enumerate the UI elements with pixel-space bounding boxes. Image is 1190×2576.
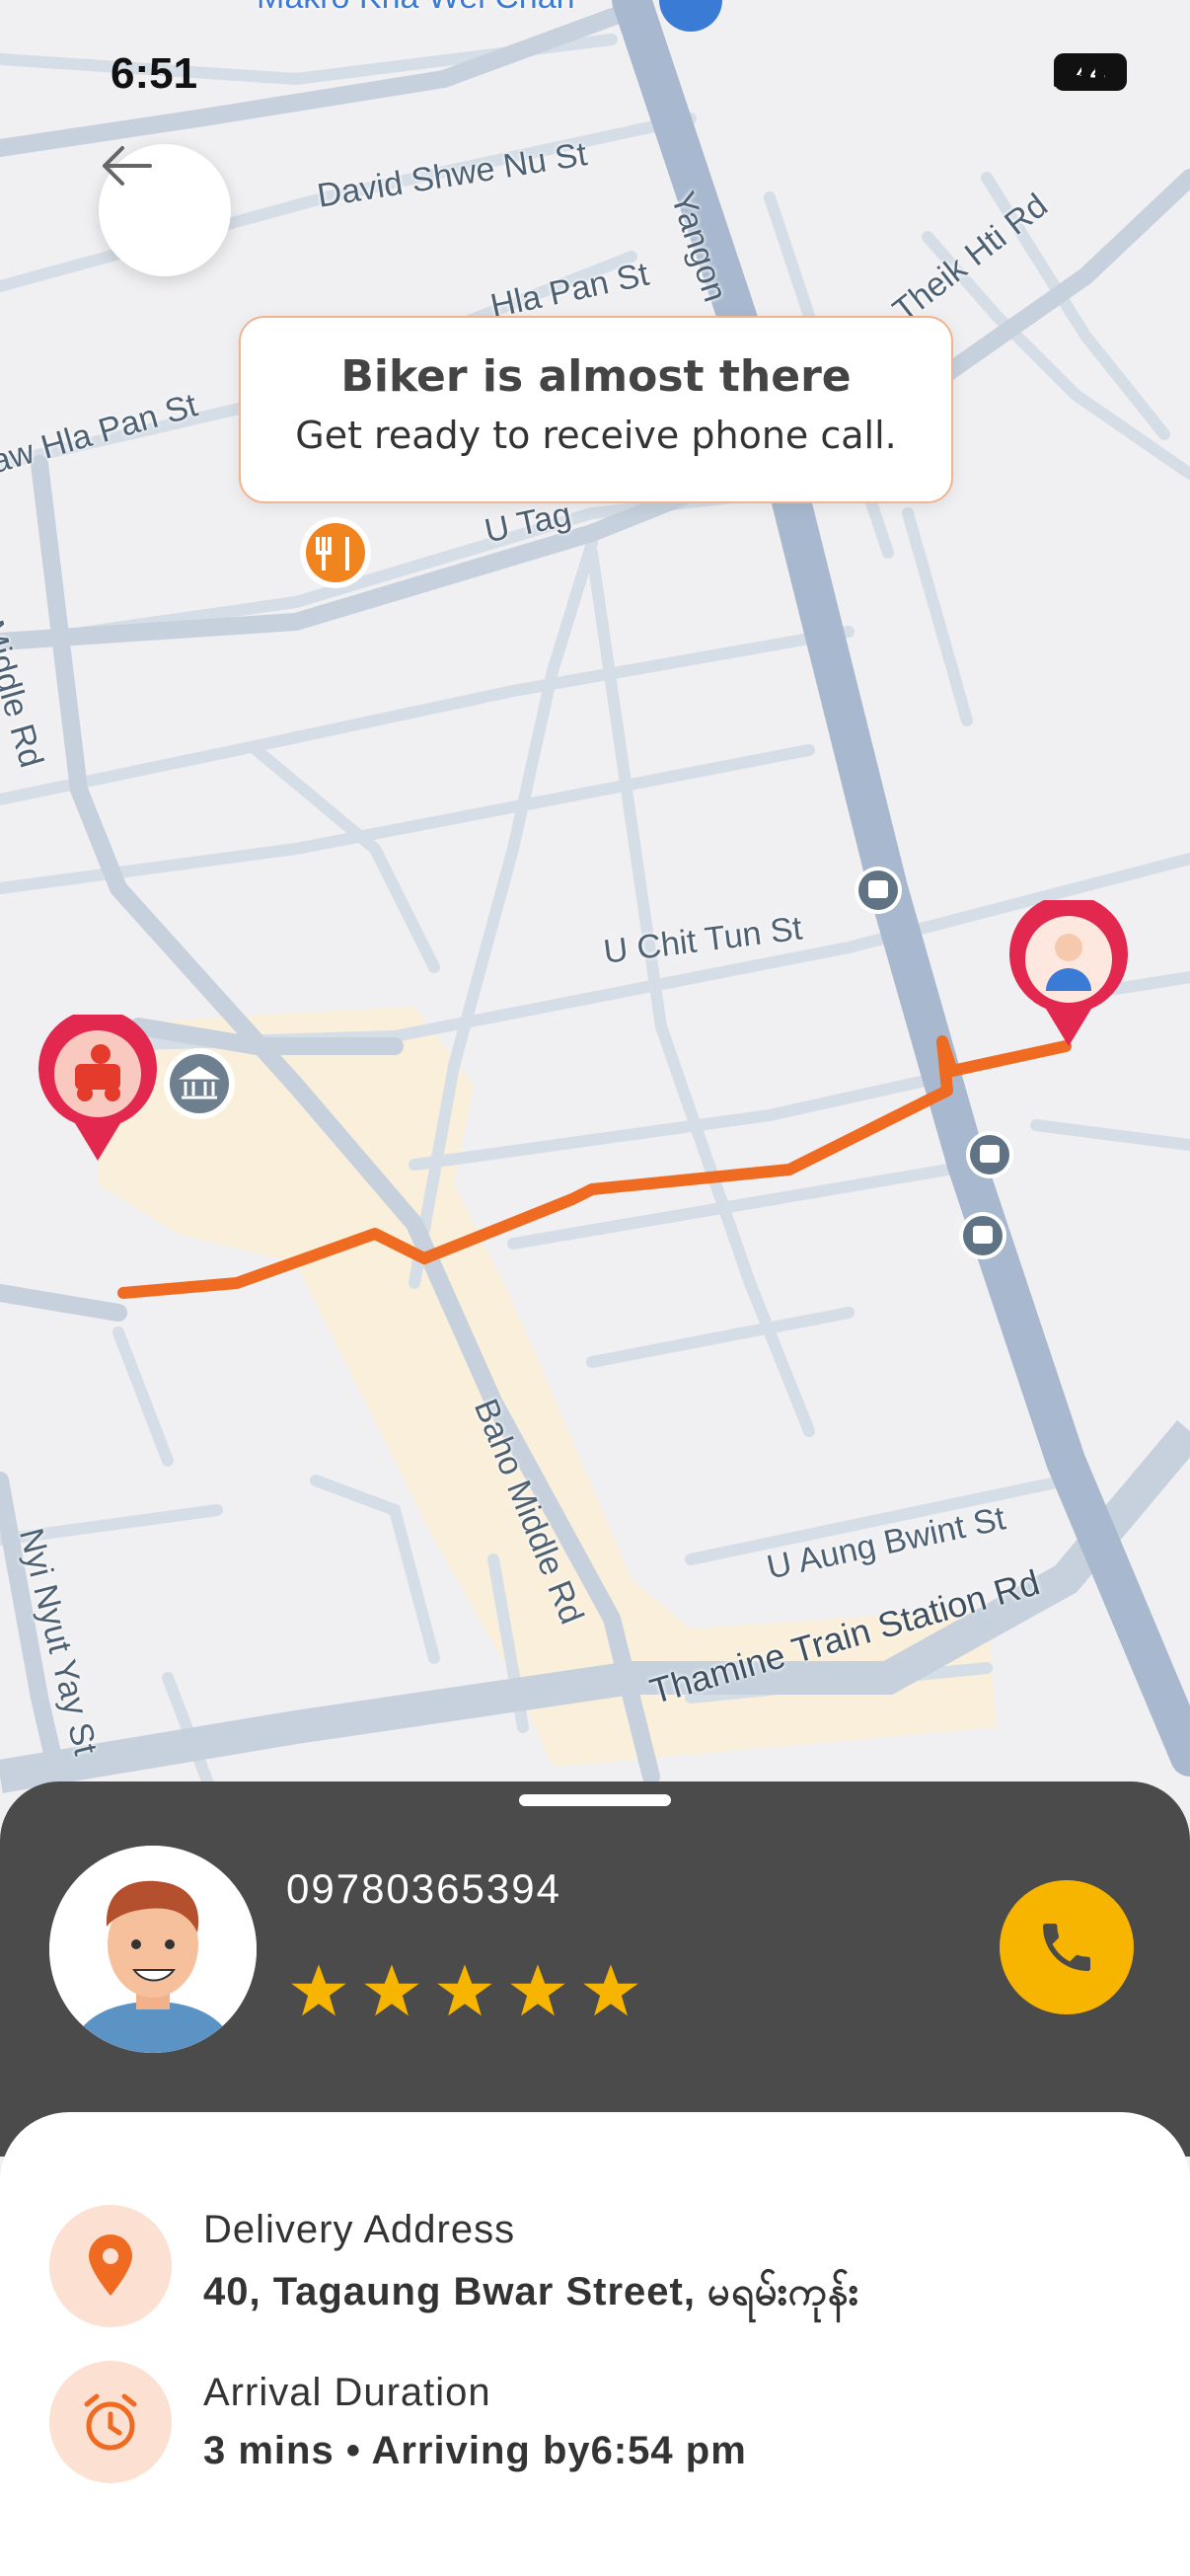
delivery-info-sheet (0, 2112, 1190, 2576)
arrow-left-icon (103, 146, 152, 186)
toast-title: Biker is almost there (340, 351, 852, 402)
bus-stop-icon (855, 867, 902, 914)
toast-subtitle: Get ready to receive phone call. (295, 414, 897, 457)
clock: 6:51 (111, 49, 198, 98)
driver-rating (290, 1962, 639, 2019)
map-view[interactable]: Makro Kha Wei Chan David Shwe Nu St Hla … (0, 0, 1190, 1826)
bus-stop-icon (966, 1131, 1013, 1178)
star-icon (437, 1964, 492, 2016)
back-button[interactable] (99, 144, 231, 276)
status-bar: 6:51 44 (0, 0, 1190, 148)
call-driver-button[interactable] (1000, 1880, 1134, 2014)
delivery-address-row: Delivery Address 40, Tagaung Bwar Street… (49, 2205, 859, 2327)
address-label: Delivery Address (203, 2208, 516, 2251)
star-icon (364, 1964, 419, 2016)
sheet-drag-handle[interactable] (519, 1794, 671, 1806)
driver-phone: 09780365394 (286, 1865, 561, 1912)
duration-value: 3 mins • Arriving by6:54 pm (203, 2429, 747, 2472)
bank-icon (164, 1048, 235, 1119)
alarm-clock-icon (84, 2393, 137, 2451)
star-icon (510, 1964, 565, 2016)
address-value: 40, Tagaung Bwar Street, မရမ်းကုန်း (203, 2270, 859, 2313)
phone-icon (1043, 1924, 1090, 1971)
duration-label: Arrival Duration (203, 2371, 491, 2414)
wifi-icon (1054, 53, 1101, 87)
arrival-duration-row: Arrival Duration 3 mins • Arriving by6:5… (49, 2361, 747, 2483)
duration-icon-badge (49, 2361, 172, 2483)
star-icon (583, 1964, 638, 2016)
driver-avatar (49, 1846, 257, 2053)
location-pin-icon (89, 2235, 132, 2296)
bus-stop-icon (959, 1212, 1006, 1259)
status-toast: Biker is almost there Get ready to recei… (239, 316, 953, 503)
fork-knife-icon (300, 517, 371, 588)
address-icon-badge (49, 2205, 172, 2327)
star-icon (291, 1964, 346, 2016)
